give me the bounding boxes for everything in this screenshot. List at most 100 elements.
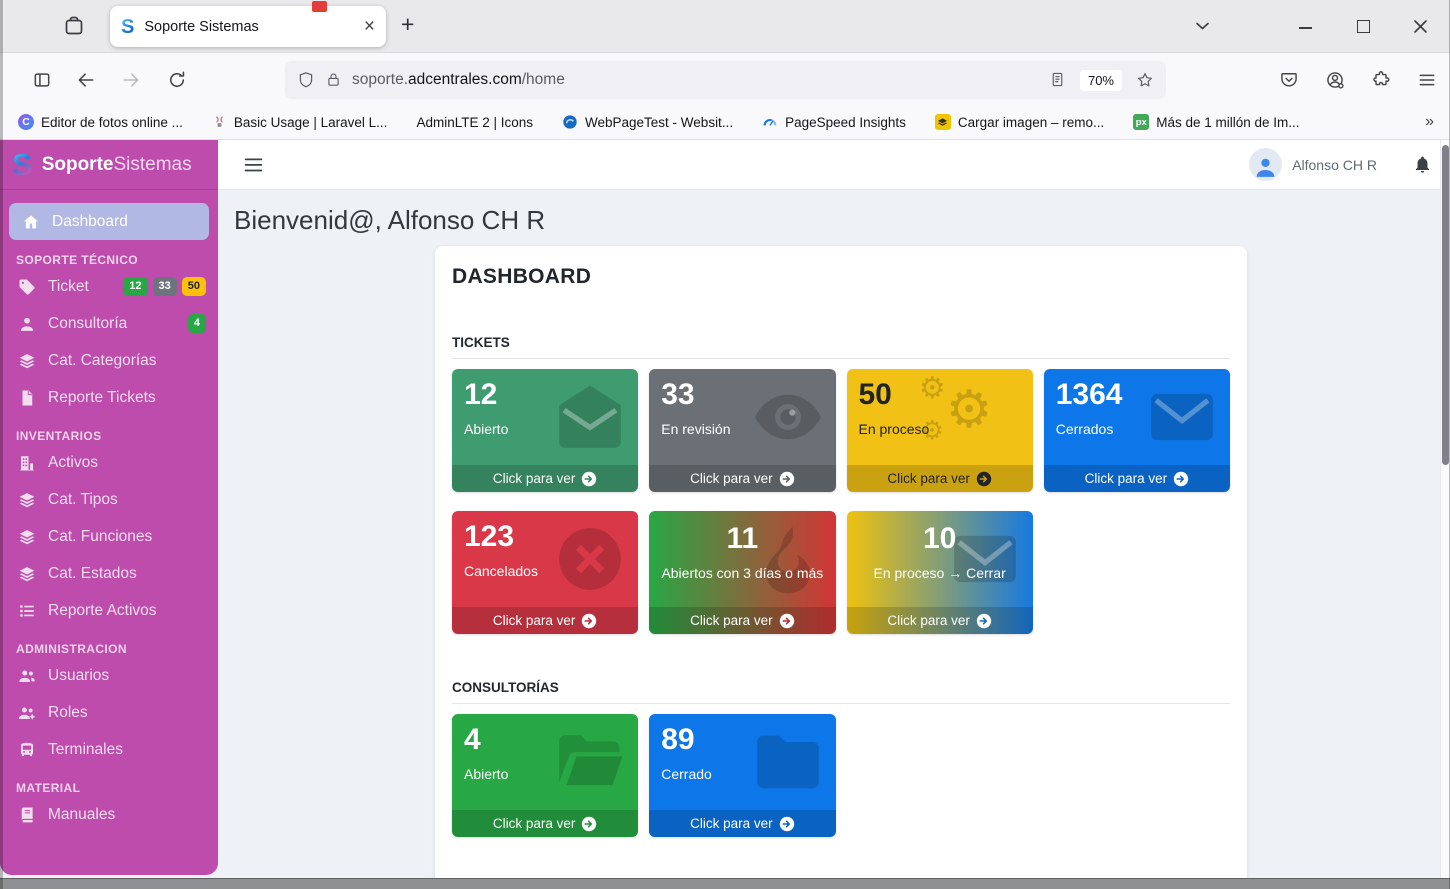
- dashboard-section: CONSULTORÍAS 4AbiertoClick para ver89Cerr…: [452, 680, 1230, 837]
- stat-card-abiertos-con-3-d-as-o-m-s[interactable]: 11Abiertos con 3 días o másClick para ve…: [649, 511, 835, 634]
- sidebar-item-dashboard[interactable]: Dashboard: [9, 203, 209, 240]
- scrollbar-thumb[interactable]: [1442, 145, 1449, 465]
- stat-card-en-proceso-cerrar[interactable]: 10En proceso → CerrarClick para ver: [847, 511, 1033, 634]
- shield-icon[interactable]: [297, 71, 315, 89]
- pocket-icon[interactable]: [1279, 70, 1299, 90]
- card-footer-link[interactable]: Click para ver: [452, 607, 638, 634]
- bookmark-item[interactable]: WebPageTest - Websit...: [562, 114, 733, 130]
- sidebar-item-label: Cat. Estados: [48, 565, 137, 583]
- sidebar-item-manuales[interactable]: Manuales: [0, 796, 218, 833]
- bookmark-item[interactable]: Cargar imagen – remo...: [935, 114, 1104, 130]
- stat-card-en-proceso[interactable]: 50En proceso⚙⚙⚙Click para ver: [847, 369, 1033, 492]
- sidebar-collapse-icon[interactable]: [244, 157, 263, 173]
- lock-icon[interactable]: [325, 71, 342, 89]
- card-footer-link[interactable]: Click para ver: [649, 607, 835, 634]
- sidebar-item-reporte-activos[interactable]: Reporte Activos: [0, 592, 218, 629]
- bookmark-item[interactable]: PageSpeed Insights: [762, 114, 906, 130]
- stat-value: 123: [464, 520, 626, 555]
- url-subdomain: soporte.: [352, 71, 408, 88]
- bookmark-item[interactable]: pxMás de 1 millón de Im...: [1133, 114, 1299, 130]
- sidebar-item-cat-estados[interactable]: Cat. Estados: [0, 555, 218, 592]
- stat-card-en-revisi-n[interactable]: 33En revisiónClick para ver: [649, 369, 835, 492]
- card-footer-label: Click para ver: [690, 816, 773, 831]
- maximize-button[interactable]: [1357, 20, 1370, 33]
- back-button[interactable]: [76, 70, 96, 90]
- sidebar-item-ticket[interactable]: Ticket123350: [0, 268, 218, 305]
- count-badge: 33: [153, 277, 177, 295]
- stat-label: Abiertos con 3 días o más: [661, 565, 823, 581]
- pagespeed-icon: [762, 114, 778, 130]
- new-tab-button[interactable]: +: [401, 11, 414, 38]
- card-footer-link[interactable]: Click para ver: [1044, 465, 1230, 492]
- forward-button[interactable]: [121, 70, 141, 90]
- menu-hamburger-icon[interactable]: [1417, 70, 1437, 90]
- window-edge-shadow: [0, 0, 3, 889]
- sidebar-toggle-icon[interactable]: [32, 70, 52, 90]
- tab-close-icon[interactable]: ×: [364, 17, 375, 36]
- card-footer-link[interactable]: Click para ver: [452, 465, 638, 492]
- bookmark-star-icon[interactable]: [1136, 71, 1154, 89]
- url-bar[interactable]: soporte.adcentrales.com/home 70%: [285, 61, 1166, 99]
- card-footer-label: Click para ver: [493, 613, 576, 628]
- tab-list-chevron-icon[interactable]: [1195, 21, 1210, 31]
- notifications-bell-icon[interactable]: [1413, 155, 1432, 175]
- section-title: CONSULTORÍAS: [452, 680, 1230, 695]
- count-badge: 12: [123, 277, 147, 295]
- users-gear-icon: [17, 703, 37, 722]
- reader-mode-icon[interactable]: [1049, 71, 1066, 89]
- sidebar-item-cat-tipos[interactable]: Cat. Tipos: [0, 481, 218, 518]
- sidebar-item-activos[interactable]: Activos: [0, 444, 218, 481]
- stat-value: 10: [859, 522, 1021, 557]
- close-window-button[interactable]: [1413, 19, 1428, 34]
- stat-card-abierto[interactable]: 4AbiertoClick para ver: [452, 714, 638, 837]
- sidebar-item-label: Reporte Tickets: [48, 389, 156, 407]
- bookmark-label: WebPageTest - Websit...: [585, 115, 733, 130]
- app-sidebar: S SoporteSistemas Dashboard SOPORTE TÉCN…: [0, 140, 218, 875]
- reload-button[interactable]: [167, 70, 187, 90]
- extensions-puzzle-icon[interactable]: [1371, 70, 1391, 90]
- url-domain: adcentrales.com: [408, 71, 522, 88]
- card-footer-link[interactable]: Click para ver: [847, 607, 1033, 634]
- browser-tab[interactable]: S Soporte Sistemas ×: [110, 6, 386, 47]
- app-brand[interactable]: S SoporteSistemas: [0, 140, 218, 190]
- sidebar-item-label: Ticket: [48, 278, 89, 296]
- stat-card-cancelados[interactable]: 123CanceladosClick para ver: [452, 511, 638, 634]
- bookmark-item[interactable]: CEditor de fotos online ...: [18, 114, 183, 130]
- file-icon: [17, 388, 37, 407]
- stat-value: 89: [661, 723, 823, 758]
- arrow-circle-right-icon: [779, 613, 795, 629]
- card-footer-link[interactable]: Click para ver: [847, 465, 1033, 492]
- card-footer-link[interactable]: Click para ver: [649, 465, 835, 492]
- dashboard-card: DASHBOARD TICKETS12AbiertoClick para ver…: [435, 246, 1247, 878]
- user-avatar[interactable]: [1249, 148, 1282, 181]
- bookmark-item[interactable]: Basic Usage | Laravel L...: [212, 115, 388, 130]
- sidebar-item-cat-categor-as[interactable]: Cat. Categorías: [0, 342, 218, 379]
- account-icon[interactable]: [1325, 70, 1345, 90]
- sidebar-item-terminales[interactable]: Terminales: [0, 731, 218, 768]
- browser-toolbar: soporte.adcentrales.com/home 70%: [0, 52, 1450, 105]
- minimize-button[interactable]: [1299, 27, 1312, 29]
- stat-value: 1364: [1056, 378, 1218, 413]
- card-footer-link[interactable]: Click para ver: [452, 810, 638, 837]
- sidebar-item-reporte-tickets[interactable]: Reporte Tickets: [0, 379, 218, 416]
- firefox-view-icon[interactable]: [62, 14, 86, 38]
- dashboard-title: DASHBOARD: [452, 265, 1230, 289]
- stat-card-abierto[interactable]: 12AbiertoClick para ver: [452, 369, 638, 492]
- sidebar-item-usuarios[interactable]: Usuarios: [0, 657, 218, 694]
- sidebar-item-consultor-a[interactable]: Consultoría4: [0, 305, 218, 342]
- sidebar-item-cat-funciones[interactable]: Cat. Funciones: [0, 518, 218, 555]
- card-footer-link[interactable]: Click para ver: [649, 810, 835, 837]
- bookmarks-overflow-chevron[interactable]: »: [1425, 113, 1434, 131]
- sidebar-item-roles[interactable]: Roles: [0, 694, 218, 731]
- stat-card-cerrado[interactable]: 89CerradoClick para ver: [649, 714, 835, 837]
- user-name[interactable]: Alfonso CH R: [1292, 157, 1377, 173]
- stat-card-cerrados[interactable]: 1364CerradosClick para ver: [1044, 369, 1230, 492]
- sidebar-item-label: Roles: [48, 704, 88, 722]
- sidebar-item-label: Dashboard: [52, 213, 128, 231]
- bookmark-item[interactable]: AdminLTE 2 | Icons: [416, 115, 533, 130]
- recording-indicator: [312, 1, 327, 12]
- sidebar-item-label: Cat. Tipos: [48, 491, 118, 509]
- zoom-level-button[interactable]: 70%: [1080, 70, 1122, 91]
- sidebar-item-label: Reporte Activos: [48, 602, 157, 620]
- url-text: soporte.adcentrales.com/home: [352, 71, 565, 89]
